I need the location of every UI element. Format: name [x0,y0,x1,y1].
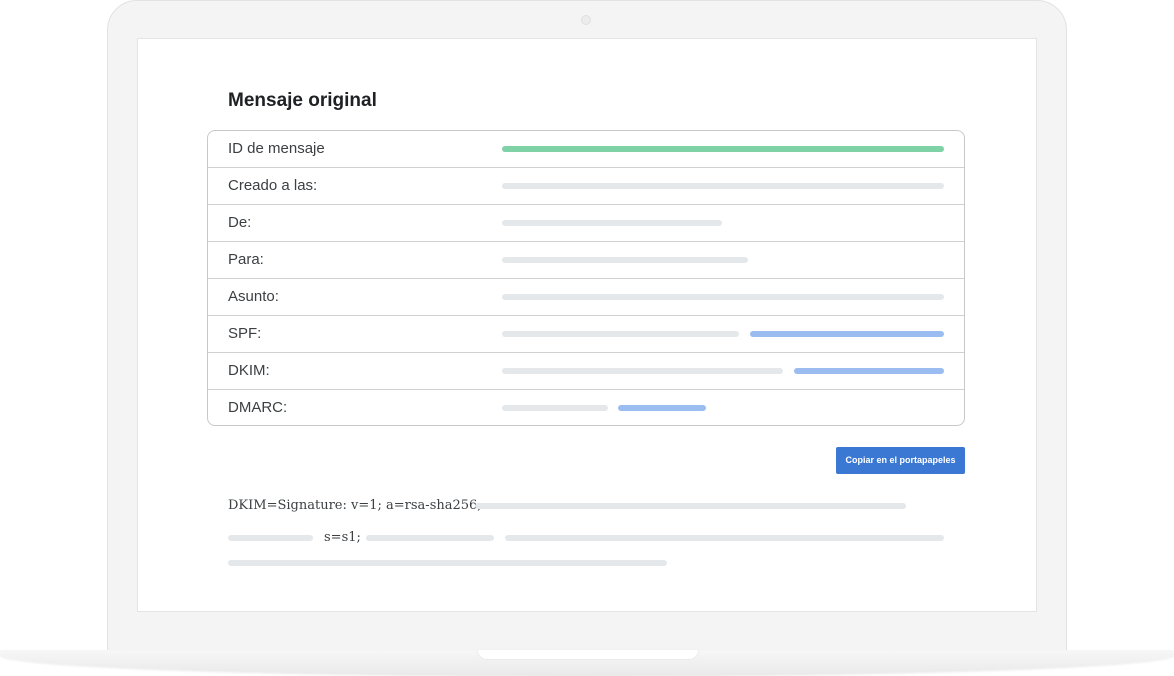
laptop-notch [477,650,699,660]
raw-header-fragment: s=s1; [324,530,361,545]
laptop-mockup: Mensaje original ID de mensaje Creado a … [0,0,1174,676]
raw-header-line: DKIM=Signature: v=1; a=rsa-sha256; [228,498,482,513]
table-row: DMARC: [208,390,964,425]
row-label-from: De: [228,214,252,231]
raw-header-placeholder [228,535,313,541]
row-label-spf: SPF: [228,325,262,342]
row-label-created-at: Creado a las: [228,177,318,194]
raw-header-placeholder [228,560,667,566]
raw-header-placeholder [475,503,906,509]
page-title: Mensaje original [228,90,377,111]
table-row: Asunto: [208,279,964,316]
value-placeholder [502,257,748,263]
value-placeholder [502,405,608,411]
value-placeholder [502,220,722,226]
table-row: DKIM: [208,353,964,390]
row-label-subject: Asunto: [228,288,279,305]
value-placeholder [502,294,944,300]
table-row: De: [208,205,964,242]
row-label-dmarc: DMARC: [228,399,288,416]
table-row: ID de mensaje [208,131,964,168]
value-placeholder-highlight [794,368,944,374]
value-placeholder [502,331,739,337]
value-placeholder-highlight [502,146,944,152]
headers-table: ID de mensaje Creado a las: De: Para: As… [207,130,965,426]
raw-header-placeholder [505,535,944,541]
value-placeholder [502,183,944,189]
value-placeholder-highlight [618,405,706,411]
row-label-message-id: ID de mensaje [228,140,325,157]
raw-header-placeholder [366,535,494,541]
value-placeholder-highlight [750,331,944,337]
camera-icon [581,15,591,25]
value-placeholder [502,368,783,374]
row-label-dkim: DKIM: [228,362,270,379]
table-row: SPF: [208,316,964,353]
copy-to-clipboard-button[interactable]: Copiar en el portapapeles [836,447,965,474]
row-label-to: Para: [228,251,264,268]
table-row: Para: [208,242,964,279]
table-row: Creado a las: [208,168,964,205]
